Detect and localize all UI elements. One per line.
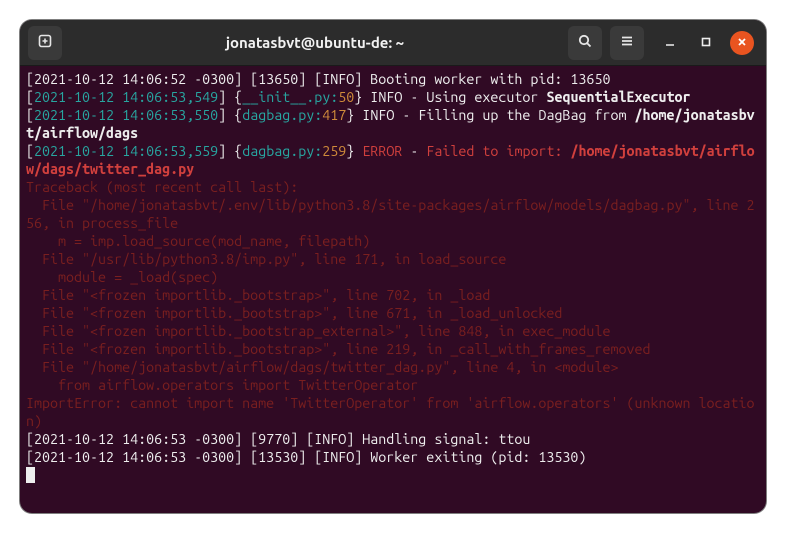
search-button[interactable]: [568, 26, 602, 60]
traceback-line: from airflow.operators import TwitterOpe…: [26, 377, 418, 393]
minimize-icon: [664, 34, 676, 52]
traceback-line: ImportError: cannot import name 'Twitter…: [26, 395, 755, 429]
new-tab-icon: [37, 33, 53, 53]
traceback-line: Traceback (most recent call last):: [26, 179, 298, 195]
log-line: [2021-10-12 14:06:53,550] {dagbag.py:417…: [26, 107, 755, 141]
log-line: [2021-10-12 14:06:53,549] {__init__.py:5…: [26, 89, 691, 105]
traceback-line: File "<frozen importlib._bootstrap>", li…: [26, 305, 562, 321]
log-line: [2021-10-12 14:06:53,559] {dagbag.py:259…: [26, 143, 755, 177]
traceback-line: File "/home/jonatasbvt/airflow/dags/twit…: [26, 359, 618, 375]
traceback-line: File "/usr/lib/python3.8/imp.py", line 1…: [26, 251, 506, 267]
traceback-line: File "<frozen importlib._bootstrap_exter…: [26, 323, 610, 339]
hamburger-icon: [619, 33, 635, 53]
terminal-output[interactable]: [2021-10-12 14:06:52 -0300] [13650] [INF…: [20, 66, 766, 513]
search-icon: [577, 33, 593, 53]
log-line: [2021-10-12 14:06:53 -0300] [13530] [INF…: [26, 449, 586, 465]
log-line: [2021-10-12 14:06:53 -0300] [9770] [INFO…: [26, 431, 530, 447]
log-line: [2021-10-12 14:06:52 -0300] [13650] [INF…: [26, 71, 610, 87]
traceback-line: File "<frozen importlib._bootstrap>", li…: [26, 287, 490, 303]
new-tab-button[interactable]: [28, 26, 62, 60]
traceback-line: File "/home/jonatasbvt/.env/lib/python3.…: [26, 197, 755, 231]
terminal-window: jonatasbvt@ubuntu-de: ~: [20, 20, 766, 513]
titlebar: jonatasbvt@ubuntu-de: ~: [20, 20, 766, 66]
minimize-button[interactable]: [658, 31, 682, 55]
maximize-button[interactable]: [694, 31, 718, 55]
window-controls: [658, 31, 754, 55]
maximize-icon: [700, 34, 712, 52]
traceback-line: m = imp.load_source(mod_name, filepath): [26, 233, 370, 249]
close-icon: [736, 34, 748, 52]
traceback-line: module = _load(spec): [26, 269, 218, 285]
close-button[interactable]: [730, 31, 754, 55]
traceback-line: File "<frozen importlib._bootstrap>", li…: [26, 341, 651, 357]
window-title: jonatasbvt@ubuntu-de: ~: [70, 34, 560, 51]
terminal-cursor: [26, 467, 35, 483]
menu-button[interactable]: [610, 26, 644, 60]
